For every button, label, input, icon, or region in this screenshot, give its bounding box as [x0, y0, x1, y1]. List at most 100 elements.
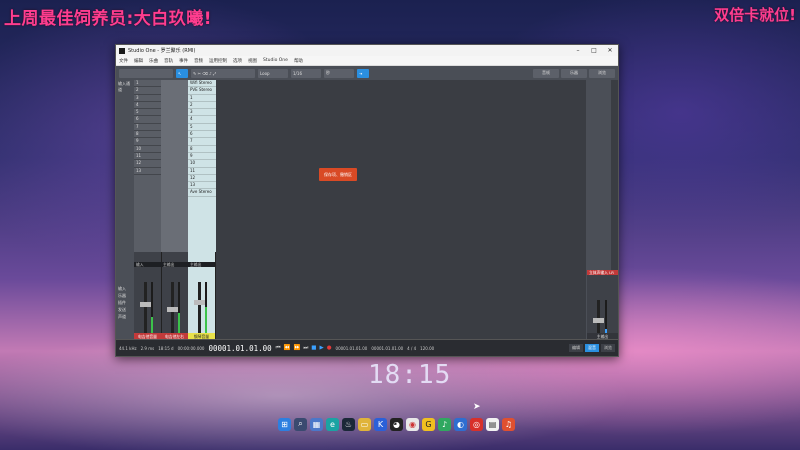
menu-song[interactable]: 乐曲 — [146, 58, 161, 64]
mouse-cursor-icon: ➤ — [473, 402, 481, 412]
track-row[interactable]: 8 — [134, 131, 161, 139]
master-fader-knob[interactable] — [593, 318, 604, 323]
menu-edit[interactable]: 编辑 — [131, 58, 146, 64]
tempo[interactable]: 120.00 — [420, 346, 434, 351]
track-row[interactable]: Ave Stereo — [188, 189, 216, 197]
netease-icon[interactable]: ◎ — [470, 417, 483, 431]
track-row[interactable]: 13 — [134, 168, 161, 175]
kugou-icon[interactable]: K — [374, 417, 387, 431]
right-input-label: 立体声输入 LR — [587, 270, 618, 275]
rewind-icon[interactable]: ⏮ — [276, 345, 281, 352]
track-row[interactable]: 8 — [188, 146, 216, 153]
track-row[interactable]: 1 — [134, 80, 161, 88]
edge-icon[interactable]: e — [326, 417, 339, 431]
browse-button[interactable]: 浏览 — [601, 344, 615, 352]
maximize-button[interactable]: □ — [586, 47, 602, 54]
left-label-4: 发送 — [118, 307, 126, 312]
tencent-icon[interactable]: ◐ — [454, 417, 467, 431]
chrome-icon[interactable]: ◉ — [406, 417, 419, 431]
track-row[interactable]: 2 — [188, 102, 216, 110]
qq-music-icon[interactable]: ♪ — [438, 417, 451, 431]
folder-icon[interactable]: ▭ — [358, 417, 371, 431]
toolbar-right-button-1[interactable]: 音帧 — [533, 68, 559, 78]
track-row[interactable]: 10 — [134, 146, 161, 153]
position-display[interactable]: 00001.01.01.00 — [208, 344, 271, 353]
menu-audio[interactable]: 音频 — [191, 58, 206, 64]
record-icon[interactable]: ● — [327, 345, 332, 352]
loop-start[interactable]: 00001.01.01.00 — [336, 346, 368, 351]
time-signature[interactable]: 4 / 4 — [407, 346, 416, 351]
steam-icon[interactable]: ♨ — [342, 417, 355, 431]
track-row[interactable]: 7 — [188, 138, 216, 146]
back-icon[interactable]: ⏪ — [284, 345, 291, 352]
fader-track[interactable] — [144, 282, 147, 337]
level-meter — [178, 282, 180, 337]
edit-button[interactable]: 编辑 — [569, 344, 583, 352]
timebase-selector[interactable]: 1/16 — [291, 68, 321, 78]
track-row[interactable]: 12 — [188, 175, 216, 183]
track-row[interactable]: 13 — [188, 182, 216, 190]
snap-toggle-icon[interactable]: ⇥ — [357, 68, 369, 78]
qq-icon[interactable]: ◕ — [390, 417, 403, 431]
menu-event[interactable]: 事件 — [176, 58, 191, 64]
menu-options[interactable]: 选项 — [230, 58, 245, 64]
tool-buttons[interactable]: ✎ ✂ ⌫ ♪ ⤢ — [191, 68, 255, 78]
search-icon[interactable]: ⌕ — [294, 417, 307, 431]
track-row[interactable]: 7 — [134, 124, 161, 132]
stop-icon[interactable]: ■ — [311, 345, 316, 352]
track-row[interactable]: 12 — [134, 160, 161, 168]
menu-help[interactable]: 帮助 — [291, 58, 306, 64]
quantize-selector[interactable]: 秒 — [324, 68, 354, 78]
track-row[interactable]: 4 — [134, 102, 161, 110]
toolbar-right-button-3[interactable]: 浏览 — [589, 68, 615, 78]
track-row[interactable]: 6 — [134, 116, 161, 124]
game-icon[interactable]: G — [422, 417, 435, 431]
save-undo-button[interactable]: 保存项、撤销区 — [319, 168, 357, 181]
menu-track[interactable]: 音轨 — [161, 58, 176, 64]
snap-selector[interactable]: Loop — [258, 68, 288, 78]
fader-knob[interactable] — [167, 307, 178, 312]
track-row[interactable]: 6 — [188, 131, 216, 139]
mix-button[interactable]: 混音 — [585, 344, 599, 352]
arrange-area[interactable] — [216, 80, 586, 340]
left-label-2: 乐器 — [118, 293, 126, 298]
sample-rate: 44.1 kHz — [119, 345, 137, 351]
menu-file[interactable]: 文件 — [116, 58, 131, 64]
end-icon[interactable]: ⏭ — [303, 345, 308, 352]
seconds-display: 00:00:00.000 — [177, 345, 205, 351]
track-row[interactable]: 10 — [188, 160, 216, 168]
track-row[interactable]: 9 — [188, 153, 216, 161]
track-row[interactable]: 9 — [134, 138, 161, 146]
media-icon[interactable]: ♫ — [502, 417, 515, 431]
wechat-icon[interactable]: ▤ — [486, 417, 499, 431]
track-row[interactable]: 3 — [188, 109, 216, 117]
menu-transport[interactable]: 运用控制 — [206, 58, 230, 64]
track-row[interactable]: 1 — [188, 95, 216, 102]
minimize-button[interactable]: – — [570, 47, 586, 54]
play-icon[interactable]: ▶ — [320, 345, 324, 352]
track-row[interactable]: 3 — [134, 95, 161, 102]
arrow-tool-icon[interactable]: ↖ — [176, 68, 188, 78]
track-row[interactable]: 11 — [188, 168, 216, 175]
track-row[interactable]: 11 — [134, 153, 161, 161]
windows-icon[interactable]: ⊞ — [278, 417, 291, 431]
track-row[interactable]: 5 — [188, 124, 216, 132]
track-row[interactable]: 5 — [134, 109, 161, 117]
toolbar-right-button-2[interactable]: 乐器 — [561, 68, 587, 78]
input-column: 输入通道 输入 乐器 插件 发送 声道 — [116, 80, 134, 340]
loop-end[interactable]: 00001.01.01.00 — [371, 346, 403, 351]
fader-knob[interactable] — [140, 302, 151, 307]
close-button[interactable]: ✕ — [602, 47, 618, 54]
fader-track[interactable] — [198, 282, 201, 337]
track-row[interactable]: 2 — [134, 87, 161, 95]
menu-view[interactable]: 视图 — [245, 58, 260, 64]
forward-icon[interactable]: ⏩ — [293, 345, 300, 352]
menu-studio-one[interactable]: Studio One — [260, 58, 291, 63]
fader-knob[interactable] — [194, 300, 205, 305]
track-row[interactable]: 4 — [188, 116, 216, 124]
track-list-b: 1 2 3 4 5 6 7 8 9 10 11 12 13 — [134, 80, 161, 175]
track-row[interactable]: Wifi Stereo — [188, 80, 216, 88]
track-row[interactable]: PVE Stereo — [188, 87, 216, 95]
toolbar-left-group[interactable] — [119, 68, 173, 78]
explorer-icon[interactable]: ▦ — [310, 417, 323, 431]
